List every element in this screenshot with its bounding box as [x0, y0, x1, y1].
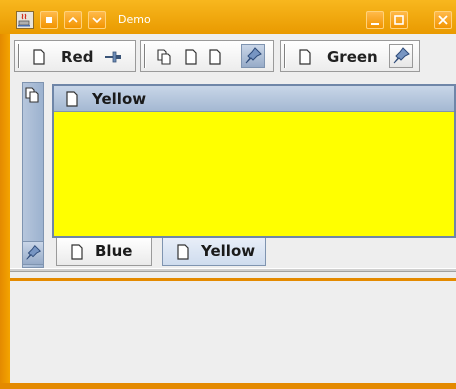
maximize-button[interactable] [390, 11, 408, 29]
panel-header[interactable]: Yellow [54, 86, 454, 112]
doc-icon [66, 91, 78, 107]
doc-icon [33, 49, 45, 65]
toolbar-grip[interactable] [144, 44, 146, 68]
tab-blue[interactable]: Blue [56, 238, 152, 266]
tab-yellow[interactable]: Yellow [162, 238, 266, 266]
title-bar[interactable]: Demo [0, 0, 456, 34]
frame-bottom-border [0, 383, 456, 389]
window-menu-button[interactable] [40, 11, 58, 29]
java-app-icon[interactable] [16, 11, 34, 29]
doc-icon[interactable] [185, 49, 197, 65]
tab-label: Yellow [201, 242, 256, 260]
toolbar-grip[interactable] [284, 44, 286, 68]
toolbar-grip[interactable] [18, 44, 20, 68]
red-dockable[interactable]: Red [14, 40, 136, 72]
green-pin-button[interactable] [389, 44, 413, 68]
dock-toolbar: Red Green [10, 40, 456, 72]
frame-left-border [0, 34, 10, 389]
doc-icon[interactable] [209, 49, 221, 65]
tab-strip: Blue Yellow [52, 238, 456, 268]
pin-icon [26, 245, 42, 260]
tab-label: Blue [95, 242, 133, 260]
window-frame: Demo Red Green Yellow Blue Yellow [0, 0, 456, 389]
unpin-icon[interactable] [103, 50, 123, 64]
split-divider[interactable] [10, 268, 456, 272]
rail-pin-button[interactable] [22, 241, 44, 265]
yellow-content [54, 112, 454, 236]
doc-icon [299, 49, 311, 65]
doc-icon [71, 244, 83, 260]
close-button[interactable] [434, 11, 452, 29]
green-dockable[interactable]: Green [280, 40, 420, 72]
panel-title: Yellow [92, 90, 147, 108]
pin-icon [245, 47, 262, 64]
orange-separator [10, 278, 456, 281]
pin-icon [393, 47, 410, 64]
shade-down-button[interactable] [88, 11, 106, 29]
doc-icon [177, 244, 189, 260]
pin-button[interactable] [241, 44, 265, 68]
shade-up-button[interactable] [64, 11, 82, 29]
minimize-button[interactable] [366, 11, 384, 29]
cascade-icon[interactable] [157, 49, 173, 65]
green-label: Green [327, 48, 378, 66]
cascade-icon[interactable] [25, 87, 41, 103]
side-dock-rail[interactable] [22, 82, 44, 268]
yellow-panel: Yellow [52, 84, 456, 238]
window-title: Demo [118, 13, 151, 26]
middle-dockable-group[interactable] [140, 40, 274, 72]
red-label: Red [61, 48, 94, 66]
